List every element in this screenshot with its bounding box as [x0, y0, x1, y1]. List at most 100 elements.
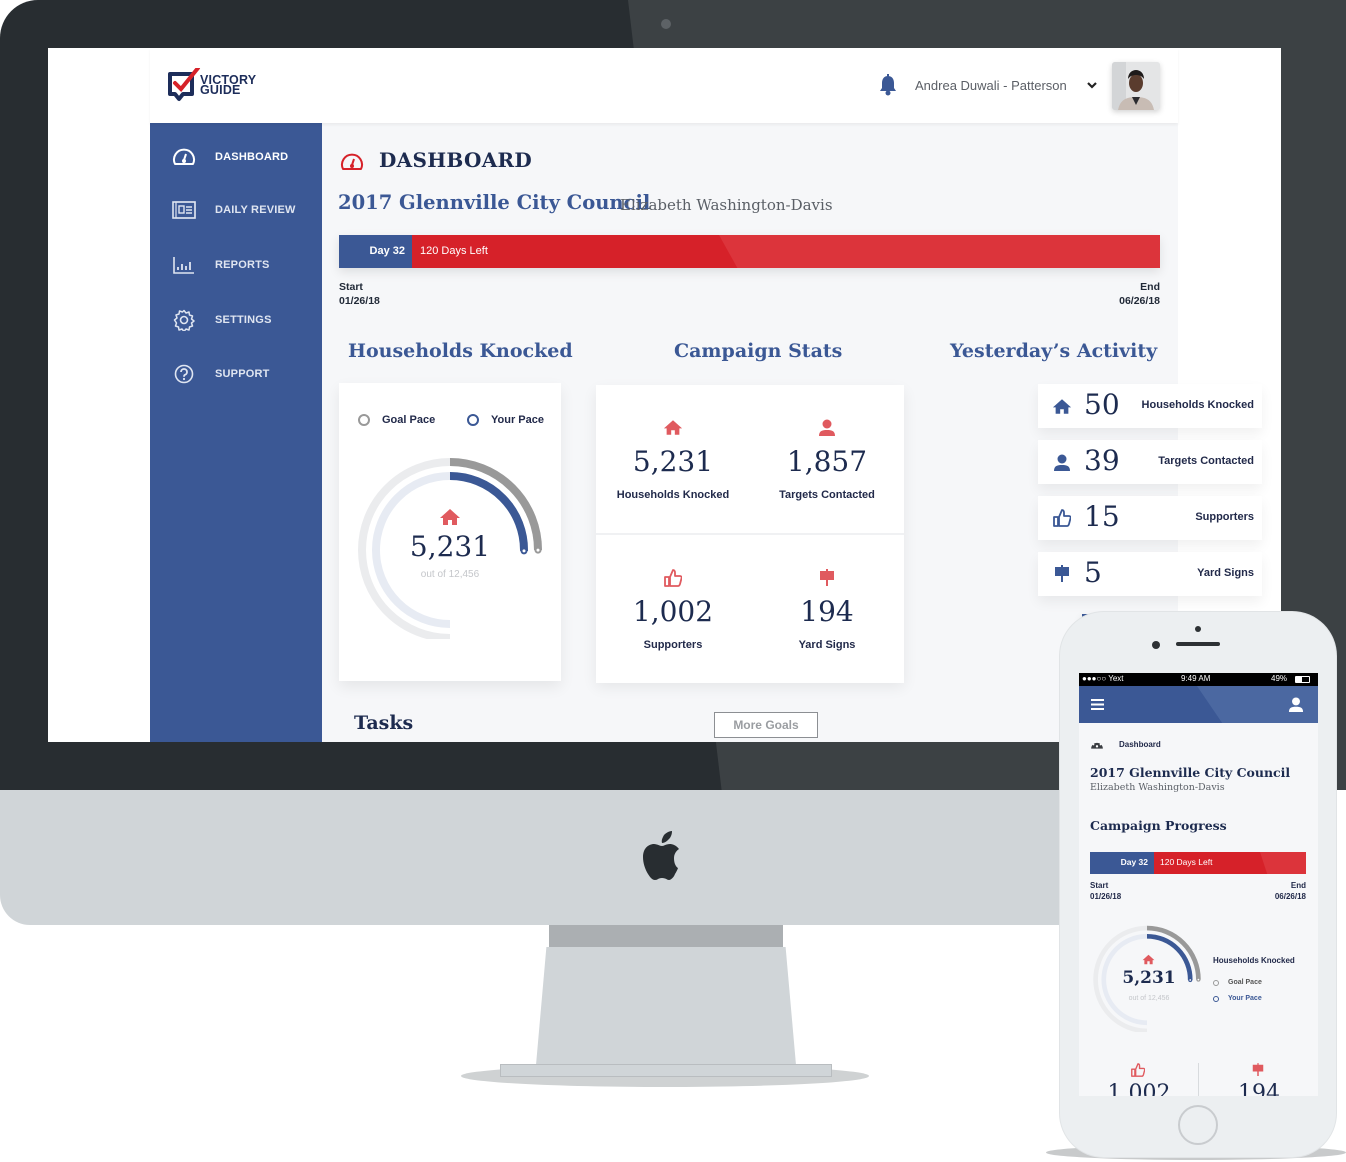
- thumbs-up-icon: [1052, 508, 1072, 528]
- home-icon: [596, 419, 750, 437]
- stat-value: 1,857: [786, 445, 868, 478]
- activity-value: 39: [1084, 444, 1120, 477]
- phone-households-title: Households Knocked: [1213, 956, 1295, 965]
- apple-logo-icon: [643, 831, 679, 880]
- phone-home-button[interactable]: [1178, 1105, 1218, 1145]
- stat-households: 5,231 Households Knocked: [596, 385, 750, 533]
- your-ring-icon: [1213, 995, 1219, 1002]
- phone-days-left: 120 Days Left: [1160, 857, 1213, 867]
- start-date-value: 01/26/18: [339, 295, 380, 307]
- chevron-down-icon[interactable]: [1086, 80, 1098, 90]
- campaign-stats-title: Campaign Stats: [674, 340, 843, 362]
- stat-supporters: 1,002 Supporters: [596, 535, 750, 683]
- phone-status-bar: ●●●○○ Yext 9:49 AM 49%: [1079, 673, 1318, 686]
- stat-yard-signs: 194 Yard Signs: [750, 535, 904, 683]
- tasks-title: Tasks: [354, 712, 414, 734]
- dashboard-app: VICTORY GUIDE Andrea Duwali - Patterson: [150, 48, 1262, 742]
- goal-ring-icon: [358, 414, 370, 426]
- legend-label: Your Pace: [491, 414, 544, 426]
- legend-label: Goal Pace: [1228, 979, 1262, 986]
- stat-label: Targets Contacted: [779, 489, 875, 501]
- sidebar-item-daily-review[interactable]: DAILY REVIEW: [150, 190, 322, 230]
- user-name[interactable]: Andrea Duwali - Patterson: [915, 78, 1067, 93]
- person-icon: [1052, 452, 1072, 472]
- phone-start-date: Start 01/26/18: [1090, 880, 1121, 902]
- phone-nav-bar: [1079, 686, 1318, 723]
- phone-households-out-of: out of 12,456: [1128, 995, 1170, 1002]
- end-date-value: 06/26/18: [1119, 295, 1160, 307]
- user-icon[interactable]: [1288, 697, 1304, 712]
- sidebar-item-label: DAILY REVIEW: [215, 204, 296, 216]
- phone-stat-yard-signs: 194: [1238, 1081, 1280, 1096]
- stat-label: Households Knocked: [616, 489, 730, 501]
- legend-goal-pace: Goal Pace: [358, 414, 435, 426]
- phone-candidate-name: Elizabeth Washington-Davis: [1090, 782, 1225, 793]
- phone-breadcrumb[interactable]: Dashboard: [1119, 740, 1161, 749]
- sidebar-item-settings[interactable]: SETTINGS: [150, 300, 322, 340]
- your-pace-arc-endpoint: [1188, 978, 1193, 983]
- day-label: Day 32: [369, 245, 405, 257]
- stand-foot: [500, 1064, 832, 1077]
- thumbs-up-icon: [596, 569, 750, 587]
- phone-screen: ●●●○○ Yext 9:49 AM 49% Dashboard 2017 Gl…: [1079, 673, 1318, 1096]
- carrier: ●●●○○ Yext: [1082, 674, 1124, 683]
- logo-text: VICTORY GUIDE: [200, 74, 256, 97]
- battery-icon: [1295, 676, 1310, 683]
- yard-sign-icon: [750, 569, 904, 587]
- phone-day-label: Day 32: [1120, 857, 1148, 867]
- speedometer-icon: [341, 153, 363, 170]
- start-date: Start 01/26/18: [339, 280, 380, 308]
- sidebar-item-dashboard[interactable]: DASHBOARD: [150, 137, 322, 177]
- stat-targets: 1,857 Targets Contacted: [750, 385, 904, 533]
- top-bar: VICTORY GUIDE Andrea Duwali - Patterson: [150, 48, 1178, 123]
- households-value: 5,231: [409, 530, 491, 563]
- more-goals-button[interactable]: More Goals: [714, 712, 818, 738]
- activity-value: 50: [1084, 388, 1120, 421]
- phone-legend-goal: Goal Pace: [1213, 979, 1262, 986]
- phone-stat-supporters: 1,002: [1107, 1081, 1171, 1096]
- bell-icon[interactable]: [878, 74, 898, 96]
- start-label: Start: [339, 281, 363, 293]
- speedometer-icon: [1091, 740, 1103, 749]
- activity-label: Households Knocked: [1141, 399, 1254, 411]
- legend-label: Goal Pace: [382, 414, 436, 426]
- monitor-stand: [536, 947, 796, 1065]
- sidebar-item-support[interactable]: SUPPORT: [150, 354, 322, 394]
- activity-label: Yard Signs: [1197, 567, 1254, 579]
- bar-chart-icon: [171, 254, 197, 276]
- phone-camera: [1152, 641, 1160, 649]
- activity-row: 5 Yard Signs: [1038, 552, 1262, 596]
- candidate-name: Elizabeth Washington-Davis: [620, 196, 833, 214]
- sidebar-item-label: SETTINGS: [215, 314, 272, 326]
- sidebar-item-label: DASHBOARD: [215, 151, 289, 163]
- campaign-stats-grid: 5,231 Households Knocked 1,857 Targets C…: [596, 385, 904, 683]
- activity-row: 15 Supporters: [1038, 496, 1262, 540]
- stat-value: 1,002: [632, 595, 714, 628]
- activity-title: Yesterday’s Activity: [950, 340, 1158, 362]
- avatar-photo: [1112, 62, 1160, 110]
- households-title: Households Knocked: [348, 340, 573, 362]
- activity-row: 39 Targets Contacted: [1038, 440, 1262, 484]
- phone-households-value: 5,231: [1122, 968, 1176, 988]
- stat-label: Yard Signs: [798, 639, 856, 651]
- households-out-of: out of 12,456: [420, 569, 480, 580]
- gear-icon: [171, 309, 197, 331]
- activity-value: 5: [1084, 556, 1102, 589]
- end-date-value: 06/26/18: [1274, 892, 1306, 901]
- days-left-label: 120 Days Left: [420, 245, 488, 257]
- phone-end-date: End 06/26/18: [1249, 880, 1306, 902]
- phone-section-title: Campaign Progress: [1090, 818, 1227, 833]
- stat-value: 194: [800, 595, 854, 628]
- phone-progress-glare: [1260, 852, 1306, 874]
- phone-stat-divider: [1198, 1063, 1199, 1096]
- sidebar-item-reports[interactable]: REPORTS: [150, 245, 322, 285]
- phone-speaker: [1176, 642, 1220, 646]
- activity-label: Targets Contacted: [1158, 455, 1254, 467]
- person-icon: [750, 419, 904, 437]
- question-icon: [171, 363, 197, 385]
- hamburger-menu-icon[interactable]: [1091, 699, 1104, 710]
- avatar[interactable]: [1112, 62, 1160, 110]
- thumbs-up-icon: [1131, 1063, 1145, 1077]
- start-label: Start: [1090, 881, 1109, 890]
- activity-row: 50 Households Knocked: [1038, 384, 1262, 428]
